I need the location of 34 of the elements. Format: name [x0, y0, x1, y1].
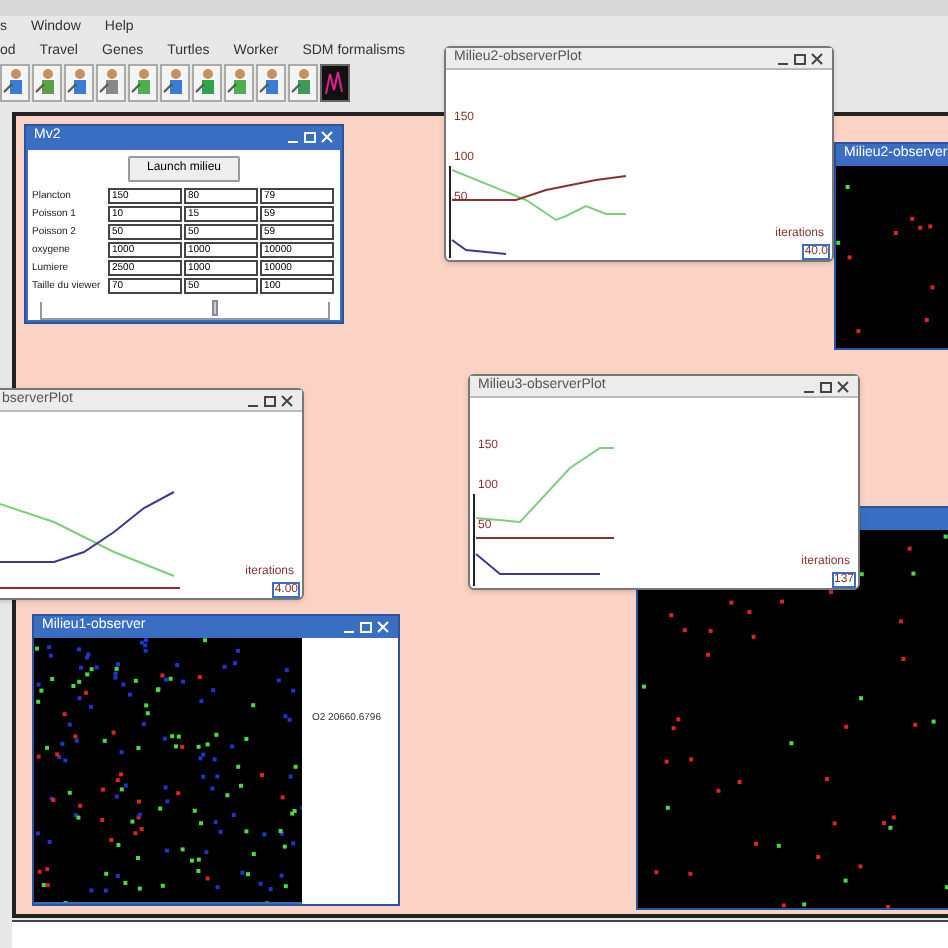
window-controls-icon[interactable] — [802, 379, 850, 393]
graph-icon — [322, 66, 348, 100]
toolbar-button[interactable] — [160, 64, 190, 102]
toolbar-button[interactable] — [288, 64, 318, 102]
toolbar-button[interactable] — [192, 64, 222, 102]
window-controls-icon[interactable] — [246, 393, 294, 407]
slider[interactable] — [39, 302, 329, 320]
figure-icon — [98, 66, 124, 100]
toolbar-button[interactable] — [224, 64, 254, 102]
window-controls-icon[interactable] — [776, 51, 824, 65]
figure-icon — [194, 66, 220, 100]
figure-icon — [130, 66, 156, 100]
plot-line — [451, 239, 507, 255]
toolbar-button[interactable] — [64, 64, 94, 102]
toolbar-button[interactable] — [128, 64, 158, 102]
figure-icon — [66, 66, 92, 100]
axis-line — [473, 493, 475, 587]
toolbar-button[interactable] — [320, 64, 350, 102]
plot-line — [475, 537, 615, 539]
figure-icon — [34, 66, 60, 100]
window-controls-icon[interactable] — [286, 130, 334, 144]
figure-icon — [290, 66, 316, 100]
toolbar-button[interactable] — [96, 64, 126, 102]
figure-icon — [162, 66, 188, 100]
slider-thumb[interactable] — [211, 300, 218, 316]
axis-line — [449, 165, 451, 259]
toolbar-button[interactable] — [32, 64, 62, 102]
plot-line — [475, 553, 601, 575]
figure-icon — [258, 66, 284, 100]
figure-icon — [2, 66, 28, 100]
window-controls-icon[interactable] — [342, 620, 390, 634]
figure-icon — [226, 66, 252, 100]
toolbar-button[interactable] — [0, 64, 30, 102]
toolbar-button[interactable] — [256, 64, 286, 102]
